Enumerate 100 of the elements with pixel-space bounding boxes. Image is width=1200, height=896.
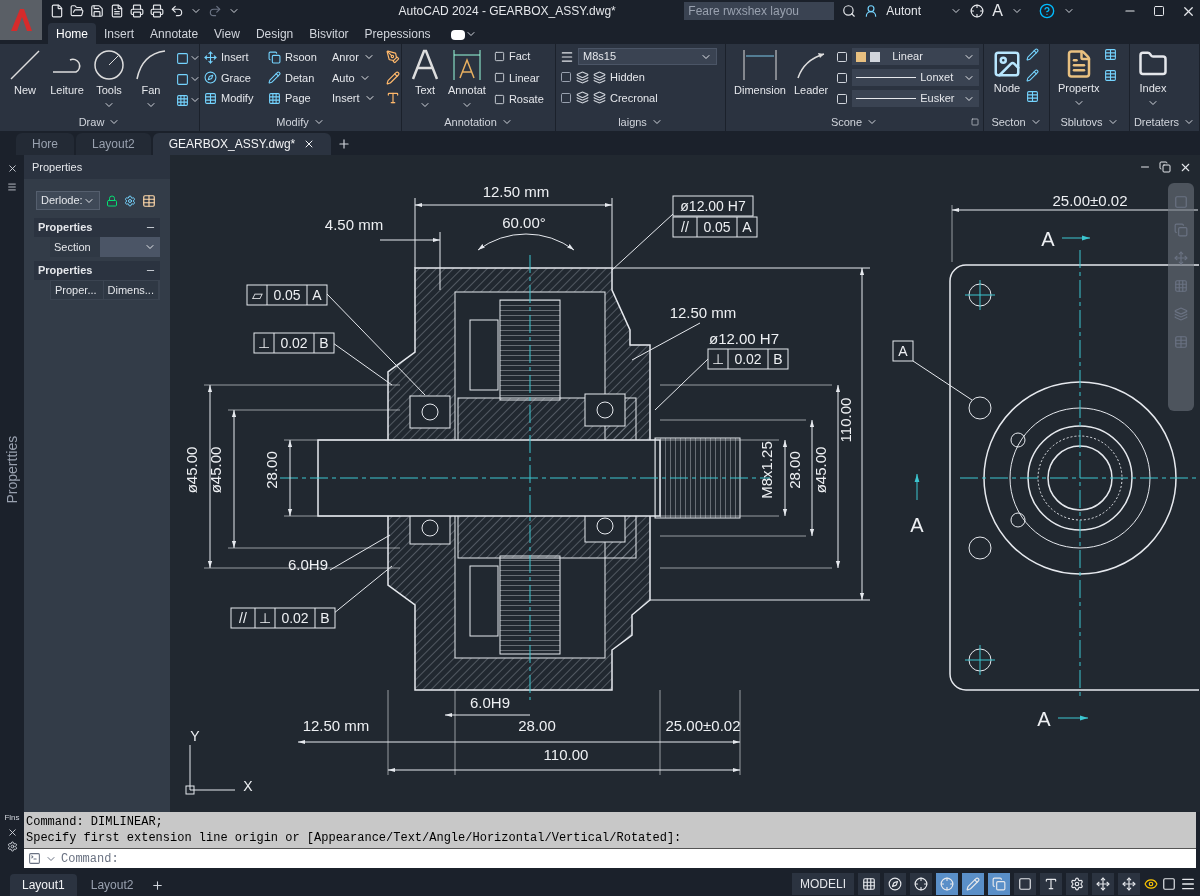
font-button[interactable]: A	[992, 3, 1003, 19]
file-tab[interactable]: GEARBOX_ASSY.dwg*	[152, 133, 332, 155]
drawing-canvas[interactable]	[170, 155, 1200, 812]
tool-icon[interactable]	[1026, 48, 1039, 61]
ribbon-tab[interactable]: Annotate	[142, 23, 207, 44]
ribbon-tab[interactable]: Home	[48, 23, 96, 44]
layout-tab[interactable]: Layout1	[10, 874, 77, 896]
quick-access-icon[interactable]	[150, 4, 164, 18]
panel-title[interactable]: Annotation	[402, 113, 555, 131]
tool-icon[interactable]	[386, 50, 400, 65]
status-toggle[interactable]	[1014, 873, 1036, 895]
status-toggle[interactable]	[1040, 873, 1062, 895]
tool-button[interactable]: Dimension	[730, 48, 790, 111]
shape-icon[interactable]	[176, 52, 189, 65]
modify-tool[interactable]: Rsoon	[268, 49, 332, 66]
panel-title[interactable]: Scone	[726, 113, 983, 131]
ribbon-tab[interactable]: View	[206, 23, 248, 44]
new-layout-icon[interactable]	[151, 879, 165, 892]
style-dropdown[interactable]: Eusker	[852, 90, 979, 107]
annotation-tool[interactable]: Fact	[493, 48, 544, 65]
modify-tool[interactable]: Modify	[204, 90, 268, 107]
quick-access-icon[interactable]	[110, 4, 124, 18]
status-toggle[interactable]	[936, 873, 958, 895]
quick-access-icon[interactable]	[50, 4, 64, 18]
panel-title[interactable]: Modify	[200, 113, 401, 131]
modify-tool[interactable]: Detan	[268, 69, 332, 86]
status-toggle[interactable]	[1118, 873, 1140, 895]
tool-button[interactable]: Leader	[789, 48, 833, 111]
layers-icon[interactable]	[560, 49, 574, 64]
style-dropdown[interactable]: Linear	[852, 48, 979, 65]
quick-access-icon[interactable]	[70, 4, 84, 18]
ribbon-tab[interactable]: Design	[247, 23, 302, 44]
customize-icon[interactable]	[6, 841, 18, 852]
tool-button[interactable]: Node	[988, 48, 1026, 109]
tool-button[interactable]: Fan	[130, 48, 172, 111]
style-icon[interactable]	[836, 92, 849, 105]
layer-tool[interactable]: Crecronal	[593, 89, 658, 106]
search-field[interactable]: Feare rwxshex layou	[684, 2, 835, 20]
file-tab[interactable]: Layout2	[76, 133, 151, 155]
annotation-tool[interactable]: Linear	[493, 69, 544, 86]
redo-icon[interactable]	[208, 4, 222, 18]
modify-tool[interactable]: Auto	[332, 69, 378, 86]
style-dropdown[interactable]: Lonxet	[852, 69, 979, 86]
toggle-icon[interactable]	[450, 30, 465, 40]
status-toggle[interactable]	[858, 873, 880, 895]
tool-icon[interactable]	[386, 70, 400, 85]
section-header[interactable]: Properties	[34, 261, 160, 280]
tool-icon[interactable]	[1103, 48, 1117, 61]
close-icon[interactable]	[6, 827, 18, 838]
panel-title[interactable]: Secton	[984, 113, 1049, 131]
status-toggle[interactable]	[910, 873, 932, 895]
layout-tab[interactable]: Layout2	[78, 874, 146, 896]
layer-tool[interactable]: Hidden	[593, 69, 645, 86]
maximize-icon[interactable]	[1153, 5, 1165, 17]
shape-icon[interactable]	[176, 94, 189, 107]
terminal-icon[interactable]	[28, 852, 41, 865]
status-toggle[interactable]	[962, 873, 984, 895]
tool-button[interactable]: Annotat	[444, 48, 490, 111]
panel-title[interactable]: laigns	[556, 113, 725, 131]
modify-tool[interactable]: Insert	[204, 49, 268, 66]
modify-tool[interactable]: Anror	[332, 49, 378, 66]
modify-tool[interactable]: Grace	[204, 69, 268, 86]
quick-access-icon[interactable]	[130, 4, 144, 18]
panel-title[interactable]: Sblutovs	[1050, 113, 1129, 131]
model-button[interactable]: MODELI	[792, 873, 854, 895]
tool-button[interactable]: Index	[1134, 48, 1172, 109]
undo-icon[interactable]	[170, 4, 184, 18]
user-icon[interactable]	[864, 4, 879, 18]
menu-icon[interactable]	[1180, 876, 1196, 892]
options-icon[interactable]	[7, 182, 17, 192]
tool-icon[interactable]	[1026, 69, 1039, 82]
close-icon[interactable]	[6, 163, 18, 174]
settings-icon[interactable]	[124, 194, 136, 207]
tool-icon[interactable]	[1103, 69, 1117, 82]
close-icon[interactable]	[1179, 161, 1192, 174]
tool-icon[interactable]	[1026, 90, 1039, 103]
layer-tool-icon[interactable]	[576, 70, 589, 84]
shape-icon[interactable]	[176, 73, 189, 86]
tool-button[interactable]: Leiture	[46, 48, 88, 111]
panel-title[interactable]: Dretaters	[1130, 113, 1199, 131]
tool-button[interactable]: Propertx	[1054, 48, 1104, 109]
modify-tool[interactable]: Page	[268, 90, 332, 107]
panel-title[interactable]: Draw	[0, 113, 199, 131]
layer-tool-icon[interactable]	[576, 91, 589, 105]
layer-icon[interactable]	[560, 91, 572, 104]
status-toggle[interactable]	[988, 873, 1010, 895]
tool-button[interactable]: Text	[406, 48, 444, 111]
status-toggle[interactable]	[1092, 873, 1114, 895]
fullscreen-icon[interactable]	[1162, 877, 1176, 891]
tool-button[interactable]: New	[4, 48, 46, 111]
expand-icon[interactable]	[971, 118, 979, 126]
layer-dropdown[interactable]: M8s15	[578, 48, 717, 65]
ribbon-tab[interactable]: Insert	[96, 23, 143, 44]
user-name[interactable]: Autont	[886, 2, 943, 20]
selector-dropdown[interactable]: Derlode:	[36, 191, 100, 210]
help-icon[interactable]	[1039, 3, 1055, 19]
status-toggle[interactable]	[884, 873, 906, 895]
layer-icon[interactable]	[560, 71, 572, 84]
quick-select-icon[interactable]	[142, 193, 156, 208]
annotation-tool[interactable]: Rosate	[493, 91, 544, 108]
